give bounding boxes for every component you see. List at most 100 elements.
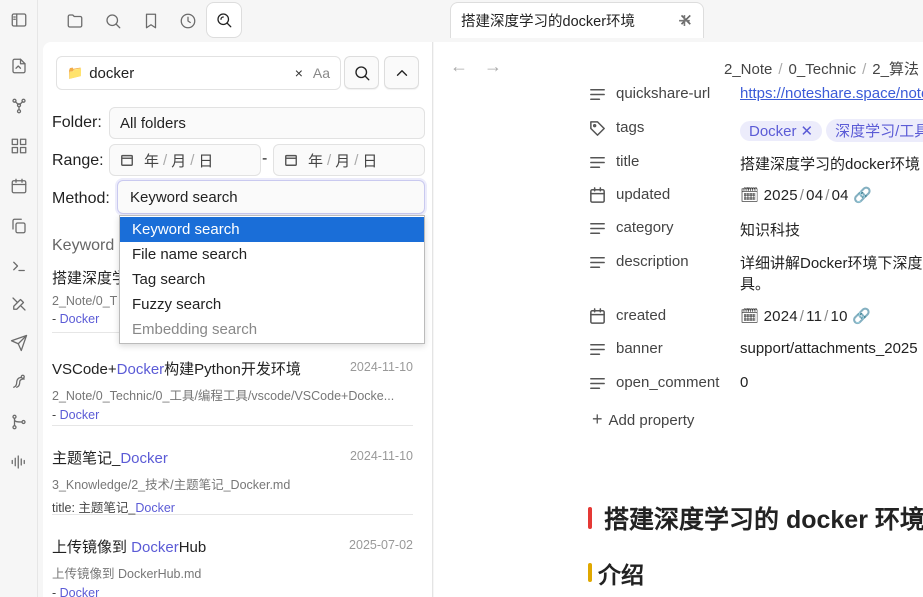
search-input[interactable]: 📁 docker × Aa: [56, 56, 341, 90]
add-property-button[interactable]: + Add property: [592, 409, 694, 430]
list-item[interactable]: VSCode+Docker构建Python开发环境 2024-11-10 2_N…: [52, 358, 413, 426]
terminal-icon[interactable]: [9, 256, 29, 276]
clear-search-icon[interactable]: ×: [295, 65, 303, 81]
result-date: 2024-11-10: [349, 449, 413, 463]
plugin-icon[interactable]: [9, 372, 29, 392]
property-value[interactable]: 知识科技: [740, 219, 800, 240]
result-snippet: title: 主题笔记_Docker: [52, 501, 175, 515]
property-value[interactable]: support/attachments_2025: [740, 340, 918, 357]
property-key: created: [616, 307, 667, 324]
result-date: 2025-07-02: [349, 538, 413, 552]
property-created[interactable]: created 🗓 2024/11/10 🔗: [588, 304, 923, 330]
editor-pane: ← → 2_Note/0_Technic/2_算法/ quickshare-ur…: [434, 42, 923, 597]
forward-button[interactable]: →: [484, 56, 502, 77]
list-item[interactable]: 上传镜像到 DockerHub 2025-07-02 上传镜像到 DockerH…: [52, 536, 413, 597]
property-value: Docker ✕ 深度学习/工具: [740, 119, 923, 142]
breadcrumb-item[interactable]: 2_算法: [872, 61, 919, 78]
search-button[interactable]: [344, 56, 379, 89]
results-header: Keyword: [52, 237, 115, 254]
property-quickshare-url[interactable]: quickshare-url https://noteshare.space/n…: [588, 82, 923, 108]
option-file-name-search[interactable]: File name search: [120, 242, 424, 267]
property-banner[interactable]: banner support/attachments_2025: [588, 337, 923, 363]
match-case-toggle[interactable]: Aa: [313, 65, 330, 81]
search-icon[interactable]: [100, 8, 126, 34]
collapse-button[interactable]: [384, 56, 419, 89]
property-title[interactable]: title 搭建深度学习的docker环境: [588, 150, 923, 176]
folder-value: All folders: [120, 114, 186, 132]
property-key: quickshare-url: [616, 85, 711, 102]
folder-select[interactable]: All folders: [109, 107, 425, 139]
date-from-input[interactable]: 年 / 月 / 日: [109, 144, 261, 176]
result-snippet: - Docker: [52, 408, 100, 422]
top-toolbar: 搭建深度学习的docker环境 ✕ +: [38, 0, 923, 42]
option-tag-search[interactable]: Tag search: [120, 267, 424, 292]
option-fuzzy-search[interactable]: Fuzzy search: [120, 292, 424, 317]
folder-icon[interactable]: [62, 8, 88, 34]
property-category[interactable]: category 知识科技: [588, 216, 923, 242]
plus-icon: +: [592, 409, 603, 429]
note-tab[interactable]: 搭建深度学习的docker环境 ✕: [450, 2, 704, 38]
file-switch-icon[interactable]: [9, 56, 29, 76]
canvas-icon[interactable]: [9, 136, 29, 156]
bookmark-icon[interactable]: [138, 8, 164, 34]
breadcrumb-item[interactable]: 2_Note: [724, 61, 772, 78]
heading-2: 介绍: [588, 556, 644, 590]
list-item[interactable]: 主题笔记_Docker 2024-11-10 3_Knowledge/2_技术/…: [52, 447, 413, 515]
range-label: Range:: [52, 152, 104, 169]
audio-recorder-icon[interactable]: [9, 452, 29, 472]
date-to-input[interactable]: 年 / 月 / 日: [273, 144, 425, 176]
method-label: Method:: [52, 190, 110, 207]
tab-title: 搭建深度学习的docker环境: [461, 14, 636, 30]
back-button[interactable]: ←: [450, 56, 468, 77]
property-open-comment[interactable]: open_comment 0: [588, 371, 923, 397]
date-to-day: 日: [362, 152, 378, 170]
tag-chip[interactable]: 深度学习/工具: [826, 119, 923, 142]
calendar-icon: [120, 153, 134, 167]
property-key: description: [616, 253, 689, 270]
property-tags[interactable]: tags Docker ✕ 深度学习/工具: [588, 116, 923, 142]
property-value[interactable]: 搭建深度学习的docker环境: [740, 153, 920, 174]
daily-note-icon[interactable]: [9, 176, 29, 196]
search-query[interactable]: docker: [89, 65, 295, 82]
property-updated[interactable]: updated 🗓 2025/04/04 🔗: [588, 183, 923, 209]
sidebar-toggle-icon[interactable]: [9, 10, 29, 30]
property-key: title: [616, 153, 640, 170]
add-property-label: Add property: [608, 412, 695, 429]
property-value[interactable]: 0: [740, 374, 748, 391]
method-dropdown: Keyword search File name search Tag sear…: [119, 215, 425, 344]
recent-icon[interactable]: [175, 8, 201, 34]
breadcrumb-item[interactable]: 0_Technic: [789, 61, 857, 78]
method-select[interactable]: Keyword search: [117, 180, 425, 214]
text-lines-icon: [588, 153, 608, 173]
property-value[interactable]: 🗓 2025/04/04 🔗: [740, 186, 872, 204]
property-key: tags: [616, 119, 645, 136]
git-icon[interactable]: [9, 412, 29, 432]
result-date: 2024-11-10: [349, 360, 413, 374]
text-lines-icon: [588, 219, 608, 239]
text-lines-icon: [588, 374, 608, 394]
option-embedding-search[interactable]: Embedding search: [120, 317, 424, 342]
breadcrumb: 2_Note/0_Technic/2_算法/: [724, 61, 919, 78]
publish-icon[interactable]: [9, 333, 29, 353]
option-keyword-search[interactable]: Keyword search: [120, 217, 424, 242]
graph-view-icon[interactable]: [9, 96, 29, 116]
omnisearch-tab-icon[interactable]: [206, 2, 242, 38]
result-snippet: - Docker: [52, 586, 100, 597]
calendar-icon: [588, 186, 608, 206]
new-tab-button[interactable]: +: [678, 8, 691, 34]
templates-icon[interactable]: [9, 216, 29, 236]
calendar-icon: [588, 307, 608, 327]
result-path: 3_Knowledge/2_技术/主题笔记_Docker.md: [52, 478, 291, 492]
property-description[interactable]: description 详细讲解Docker环境下深度学 具。: [588, 250, 923, 298]
folder-emoji-icon: 📁: [67, 65, 84, 80]
property-value[interactable]: https://noteshare.space/note/: [740, 85, 923, 102]
date-from-year: 年: [144, 152, 160, 170]
tools-icon[interactable]: [9, 294, 29, 314]
property-value[interactable]: 🗓 2024/11/10 🔗: [740, 307, 871, 325]
chip-remove-icon: ✕: [800, 123, 814, 140]
property-value[interactable]: 详细讲解Docker环境下深度学 具。: [740, 253, 923, 295]
result-path: 上传镜像到 DockerHub.md: [52, 567, 202, 581]
calendar-icon: [284, 153, 298, 167]
text-lines-icon: [588, 340, 608, 360]
tag-chip[interactable]: Docker ✕: [740, 121, 823, 141]
